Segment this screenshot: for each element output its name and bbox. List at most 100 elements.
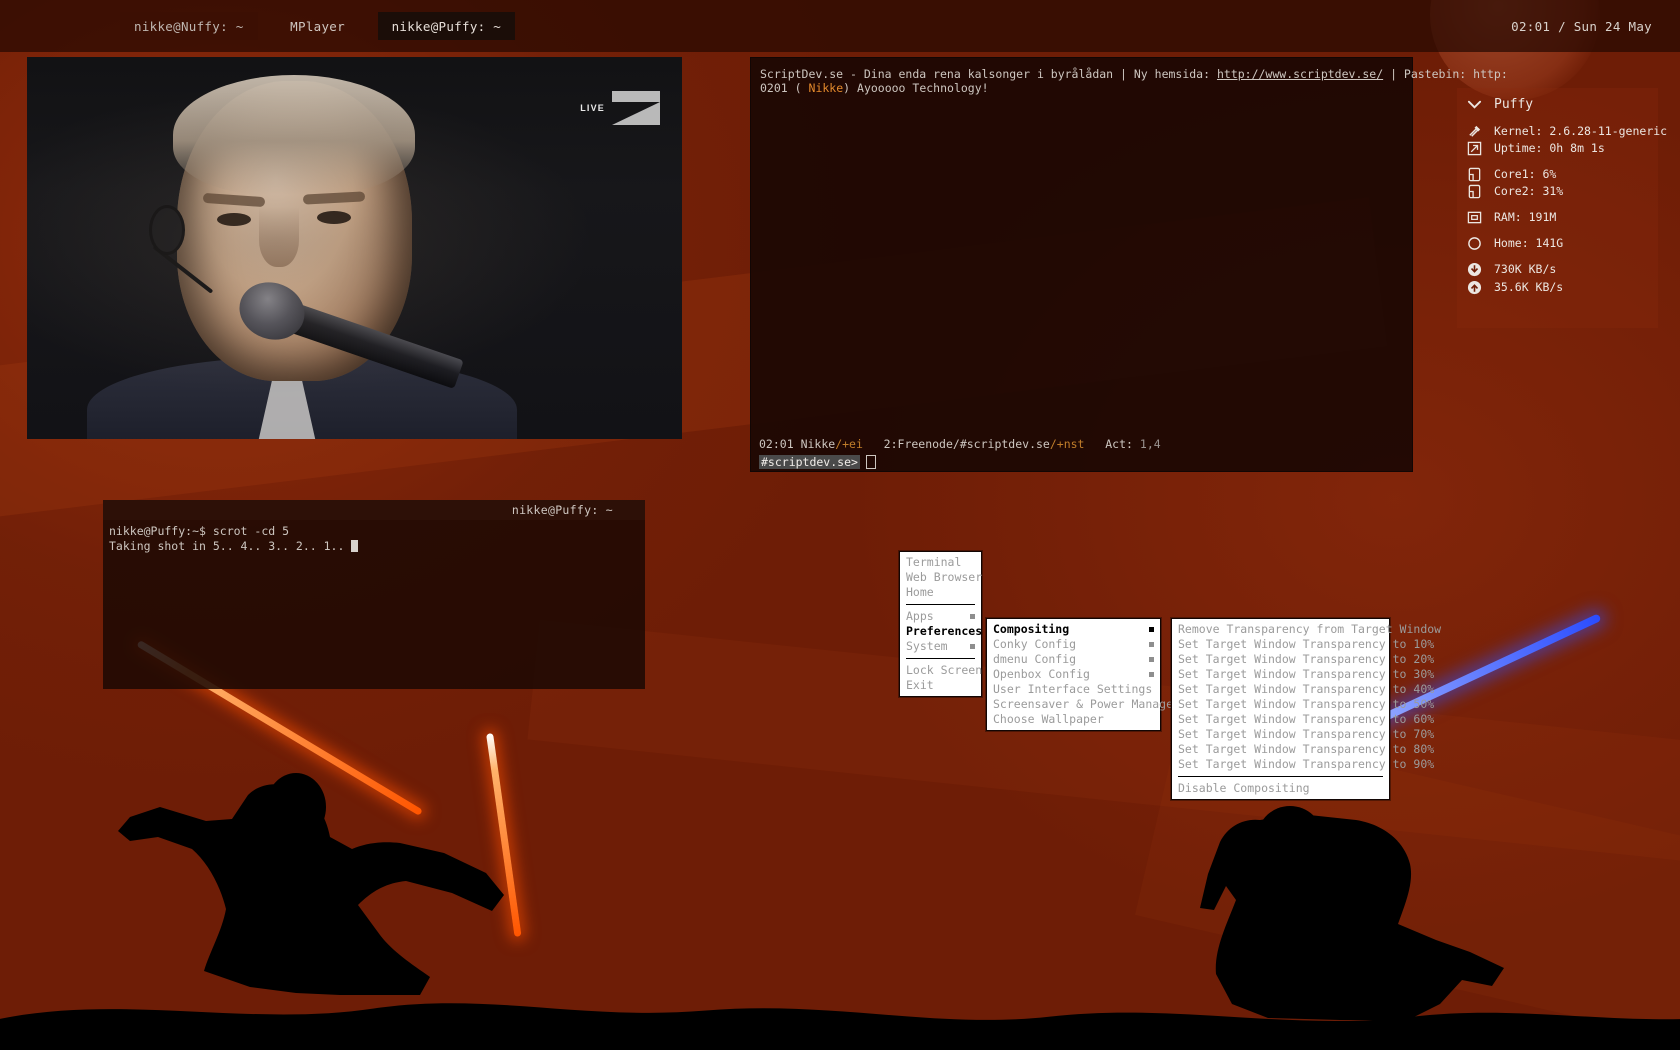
submenu-arrow-icon: [970, 644, 975, 649]
menu-item-label: Lock Screen: [906, 663, 983, 677]
menu-item-terminal[interactable]: Terminal: [900, 555, 981, 570]
menu-item-choose-wallpaper[interactable]: Choose Wallpaper: [987, 712, 1160, 727]
menu-item-user-interface-settings[interactable]: User Interface Settings: [987, 682, 1160, 697]
menu-item-label: Set Target Window Transparency to 60%: [1178, 712, 1435, 726]
upload-icon: [1467, 280, 1482, 295]
conky-core1-label: Core1: 6%: [1494, 167, 1557, 181]
openbox-compositing-menu[interactable]: Remove Transparency from Target Window S…: [1171, 618, 1441, 800]
irc-topic-suffix: | Pastebin: http:: [1383, 67, 1508, 81]
irc-input-row[interactable]: #scriptdev.se>: [751, 455, 1412, 469]
menu-item-dmenu-config[interactable]: dmenu Config: [987, 652, 1160, 667]
taskbar-item-puffy[interactable]: nikke@Puffy: ~: [377, 12, 516, 40]
live-label: LIVE: [580, 103, 605, 113]
menu-item-conky-config[interactable]: Conky Config: [987, 637, 1160, 652]
conky-row-uptime: Uptime: 0h 8m 1s: [1457, 140, 1658, 157]
conky-home-label: Home: 141G: [1494, 236, 1564, 250]
menu-item-label: Set Target Window Transparency to 50%: [1178, 697, 1435, 711]
terminal-line-command: nikke@Puffy:~$ scrot -cd 5: [109, 524, 290, 538]
menu-item-system[interactable]: System: [900, 639, 981, 654]
conky-download-label: 730K KB/s: [1494, 262, 1557, 276]
irc-status-usermode: /+ei: [835, 437, 863, 451]
terminal-cursor: [351, 540, 359, 552]
menu-separator: [906, 604, 975, 605]
openbox-root-menu[interactable]: Terminal Web Browser Home Apps Preferenc…: [899, 551, 1006, 697]
video-surface[interactable]: LIVE: [27, 57, 682, 439]
menu-separator: [1178, 776, 1383, 777]
menu-item-label: Set Target Window Transparency to 30%: [1178, 667, 1435, 681]
menu-item-screensaver-power[interactable]: Screensaver & Power Management: [987, 697, 1201, 712]
conky-row-core1: Core1: 6%: [1457, 166, 1658, 183]
irc-status-bar: 02:01 Nikke/+ei 2:Freenode/#scriptdev.se…: [751, 437, 1412, 451]
taskbar-item-nuffy[interactable]: nikke@Nuffy: ~: [120, 12, 258, 40]
menu-item-preferences[interactable]: Preferences: [900, 624, 1006, 639]
menu-item-label: Screensaver & Power Management: [993, 697, 1201, 711]
conky-system-monitor: Puffy Kernel: 2.6.28-11-generic Uptime: …: [1457, 88, 1667, 328]
taskbar-item-mplayer[interactable]: MPlayer: [258, 12, 378, 40]
menu-item-label: Compositing: [993, 622, 1070, 636]
menu-item-label: Preferences: [906, 624, 983, 638]
menu-item-transparency-70[interactable]: Set Target Window Transparency to 70%: [1172, 727, 1434, 742]
terminal-titlebar[interactable]: nikke@Puffy: ~: [103, 500, 645, 520]
live-channel-logo: LIVE: [580, 91, 660, 125]
irc-status-time: 02:01: [759, 437, 794, 451]
ram-icon: [1467, 211, 1482, 224]
menu-item-compositing[interactable]: Compositing: [987, 622, 1160, 637]
cpu-icon: [1468, 184, 1481, 199]
conky-row-ram: RAM: 191M: [1457, 209, 1658, 226]
menu-item-transparency-20[interactable]: Set Target Window Transparency to 20%: [1172, 652, 1434, 667]
conky-gap-2: [1457, 200, 1658, 209]
menu-item-home[interactable]: Home: [900, 585, 981, 600]
menu-item-label: Conky Config: [993, 637, 1077, 651]
panel-clock[interactable]: 02:01 / Sun 24 May: [1511, 19, 1652, 34]
menu-item-openbox-config[interactable]: Openbox Config: [987, 667, 1160, 682]
irc-status-channel: 2:Freenode/#scriptdev.se: [883, 437, 1050, 451]
submenu-arrow-icon: [1149, 672, 1154, 677]
terminal-title-text: nikke@Puffy: ~: [511, 502, 613, 517]
menu-item-transparency-50[interactable]: Set Target Window Transparency to 50%: [1172, 697, 1434, 712]
menu-item-label: Choose Wallpaper: [993, 712, 1104, 726]
terminal-body[interactable]: nikke@Puffy:~$ scrot -cd 5 Taking shot i…: [103, 520, 645, 558]
irc-message-paren-open: (: [794, 81, 802, 95]
irc-status-nick: Nikke: [800, 437, 836, 451]
menu-item-apps[interactable]: Apps: [900, 609, 981, 624]
terminal-line-output: Taking shot in 5.. 4.. 3.. 2.. 1..: [109, 539, 639, 554]
menu-item-transparency-60[interactable]: Set Target Window Transparency to 60%: [1172, 712, 1434, 727]
menu-item-transparency-10[interactable]: Set Target Window Transparency to 10%: [1172, 637, 1434, 652]
menu-item-label: Exit: [906, 678, 934, 692]
menu-item-label: Remove Transparency from Target Window: [1178, 622, 1442, 636]
kernel-icon: [1469, 125, 1481, 137]
conky-upload-label: 35.6K KB/s: [1494, 280, 1564, 294]
menu-item-transparency-30[interactable]: Set Target Window Transparency to 30%: [1172, 667, 1434, 682]
menu-item-web-browser[interactable]: Web Browser: [900, 570, 983, 585]
irc-message-nick: Nikke: [808, 81, 844, 95]
conky-row-core2: Core2: 31%: [1457, 183, 1658, 200]
menu-item-lock-screen[interactable]: Lock Screen: [900, 663, 983, 678]
conky-gap-4: [1457, 252, 1658, 261]
irc-topic-link[interactable]: http://www.scriptdev.se/: [1217, 67, 1383, 81]
conky-row-upload: 35.6K KB/s: [1457, 279, 1658, 296]
irc-message-time: 0201: [760, 81, 788, 95]
taskbar-panel[interactable]: nikke@Nuffy: ~ MPlayer nikke@Puffy: ~ 02…: [0, 0, 1680, 52]
irc-status-chanmode: /+nst: [1049, 437, 1085, 451]
silhouette-maul-left: [118, 773, 504, 995]
menu-item-label: Openbox Config: [993, 667, 1090, 681]
chevron-down-icon: [1467, 100, 1482, 109]
conky-core2-label: Core2: 31%: [1494, 184, 1564, 198]
irc-message-paren-close: ): [843, 81, 851, 95]
taskbar-window-list: nikke@Nuffy: ~ MPlayer nikke@Puffy: ~: [120, 12, 516, 40]
irc-topic-line: ScriptDev.se - Dina enda rena kalsonger …: [760, 67, 1508, 81]
menu-item-transparency-90[interactable]: Set Target Window Transparency to 90%: [1172, 757, 1434, 772]
mplayer-window[interactable]: LIVE: [27, 57, 682, 439]
irc-message-line: 0201 ( Nikke) Ayooooo Technology!: [760, 81, 1404, 95]
scrot-terminal-window[interactable]: nikke@Puffy: ~ nikke@Puffy:~$ scrot -cd …: [103, 500, 645, 689]
menu-item-transparency-80[interactable]: Set Target Window Transparency to 80%: [1172, 742, 1434, 757]
menu-item-transparency-40[interactable]: Set Target Window Transparency to 40%: [1172, 682, 1434, 697]
cpu-icon: [1468, 167, 1481, 182]
menu-item-disable-compositing[interactable]: Disable Compositing: [1172, 781, 1389, 796]
openbox-preferences-menu[interactable]: Compositing Conky Config dmenu Config Op…: [986, 618, 1201, 731]
menu-item-remove-transparency[interactable]: Remove Transparency from Target Window: [1172, 622, 1441, 637]
irc-topic-area: ScriptDev.se - Dina enda rena kalsonger …: [751, 58, 1508, 99]
menu-item-label: Web Browser: [906, 570, 983, 584]
irc-terminal-window[interactable]: ScriptDev.se - Dina enda rena kalsonger …: [750, 57, 1508, 472]
menu-item-exit[interactable]: Exit: [900, 678, 981, 693]
